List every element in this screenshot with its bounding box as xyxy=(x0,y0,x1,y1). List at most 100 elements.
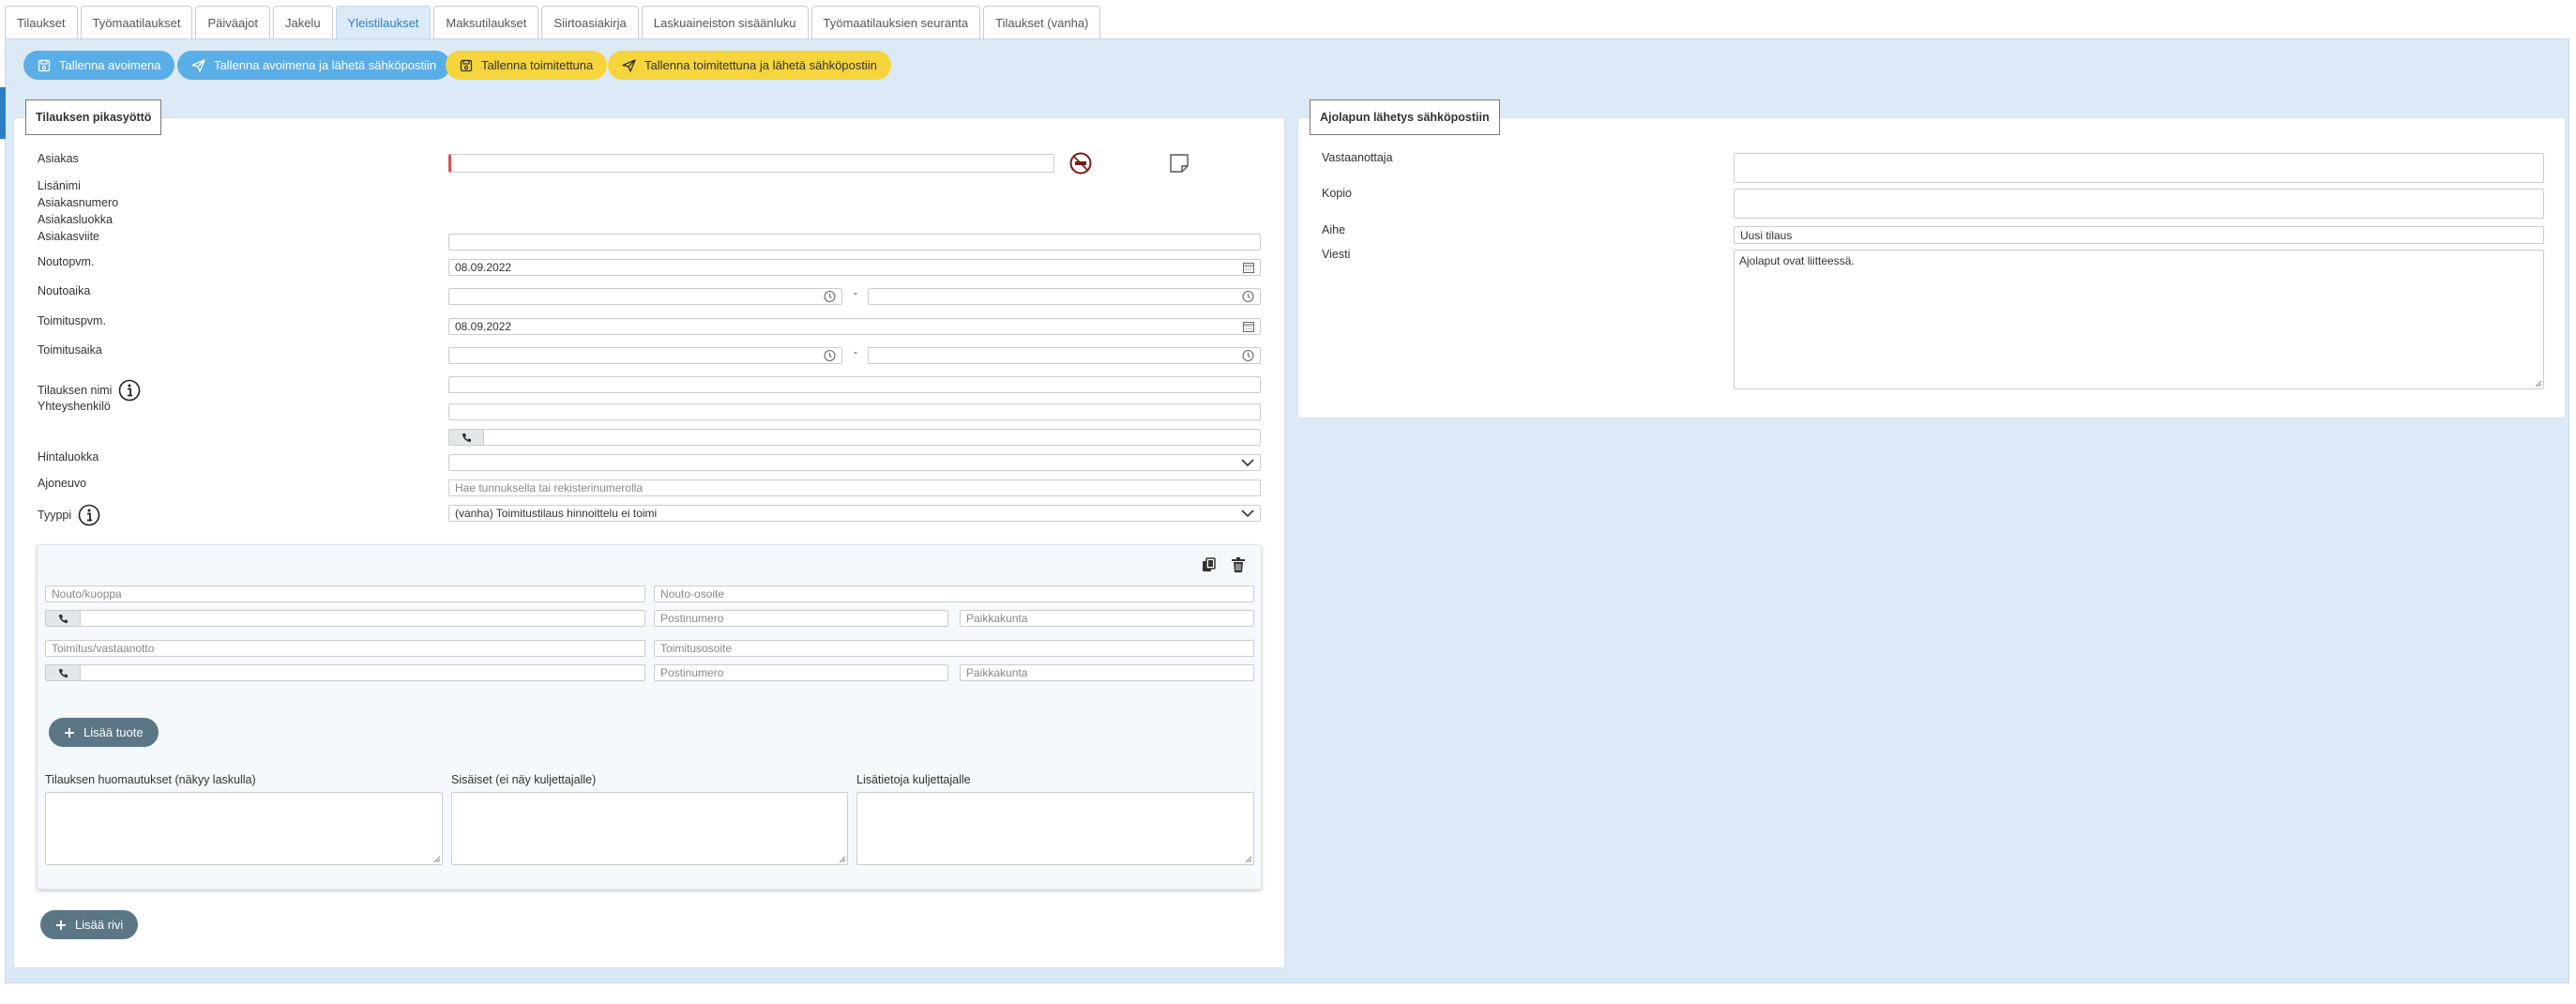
type-label-text: Tyyppi xyxy=(38,509,72,522)
calendar-icon[interactable] xyxy=(1243,262,1254,273)
add-product-label: Lisää tuote xyxy=(83,725,144,739)
quick-entry-legend: Tilauksen pikasyöttö xyxy=(25,99,162,135)
vehicle-label: Ajoneuvo xyxy=(38,477,87,490)
contact-person-input[interactable] xyxy=(448,403,1261,420)
pickup-time-label: Noutoaika xyxy=(38,284,91,297)
pickup-date-label: Noutopvm. xyxy=(38,255,95,268)
order-name-input[interactable] xyxy=(448,376,1261,393)
delivery-city-input[interactable]: Paikkakunta xyxy=(960,664,1254,681)
customer-input[interactable] xyxy=(448,154,1054,173)
send-icon xyxy=(191,58,205,72)
info-icon[interactable] xyxy=(118,379,141,402)
tab-maksutilaukset[interactable]: Maksutilaukset xyxy=(433,6,539,38)
message-label: Viesti xyxy=(1322,248,1351,261)
save-delivered-email-button[interactable]: Tallenna toimitettuna ja lähetä sähköpos… xyxy=(608,51,891,80)
delivery-time-end-input[interactable] xyxy=(868,347,1261,364)
vehicle-search-input[interactable]: Hae tunnuksella tai rekisterinumerolla xyxy=(448,479,1261,496)
pickup-date-input[interactable]: 08.09.2022 xyxy=(448,259,1261,276)
add-row-button[interactable]: Lisää rivi xyxy=(40,910,139,939)
delivery-phone-input[interactable] xyxy=(45,664,645,681)
delivery-address-input[interactable]: Toimitusosoite xyxy=(654,640,1254,657)
time-separator: - xyxy=(854,286,857,299)
clock-icon[interactable] xyxy=(1242,349,1254,362)
tab-tilaukset-vanha[interactable]: Tilaukset (vanha) xyxy=(983,6,1101,38)
delivery-receiver-input[interactable]: Toimitus/vastaanotto xyxy=(45,640,645,657)
pickup-place-input[interactable]: Nouto/kuoppa xyxy=(45,586,645,602)
invoice-notes-textarea[interactable] xyxy=(45,792,443,865)
save-open-label: Tallenna avoimena xyxy=(59,58,161,72)
pickup-time-start-input[interactable] xyxy=(448,288,842,305)
type-label: Tyyppi xyxy=(38,504,100,526)
internal-notes-textarea[interactable] xyxy=(451,792,848,865)
contact-phone-input[interactable] xyxy=(448,429,1261,446)
calendar-icon[interactable] xyxy=(1243,321,1254,332)
pickup-postcode-input[interactable]: Postinumero xyxy=(654,610,948,627)
delivery-postcode-input[interactable]: Postinumero xyxy=(654,664,948,681)
resize-grip-icon[interactable] xyxy=(2535,380,2542,388)
recipient-label: Vastaanottaja xyxy=(1322,151,1393,164)
type-select[interactable]: (vanha) Toimitustilaus hinnoittelu ei to… xyxy=(448,505,1261,522)
clock-icon[interactable] xyxy=(824,349,836,362)
info-icon[interactable] xyxy=(78,504,100,526)
tab-tilaukset[interactable]: Tilaukset xyxy=(5,6,78,38)
copy-label: Kopio xyxy=(1322,187,1352,200)
save-delivered-button[interactable]: Tallenna toimitettuna xyxy=(446,51,608,80)
no-entry-icon[interactable] xyxy=(1069,152,1092,175)
save-open-email-button[interactable]: Tallenna avoimena ja lähetä sähköpostiin xyxy=(177,51,451,80)
internal-notes-label: Sisäiset (ei näy kuljettajalle) xyxy=(451,773,597,786)
clock-icon[interactable] xyxy=(1242,290,1254,303)
message-text: Ajolaput ovat liitteessä. xyxy=(1739,254,1855,267)
pickup-date-value: 08.09.2022 xyxy=(455,261,512,274)
tab-jakelu[interactable]: Jakelu xyxy=(272,6,333,38)
extra-name-label: Lisänimi xyxy=(38,179,81,192)
plus-icon xyxy=(55,920,67,931)
pickup-time-end-input[interactable] xyxy=(868,288,1261,305)
resize-grip-icon[interactable] xyxy=(839,856,846,863)
tab-tyomaatilaukset[interactable]: Työmaatilaukset xyxy=(80,6,193,38)
pickup-city-input[interactable]: Paikkakunta xyxy=(960,610,1254,627)
customer-reference-input[interactable] xyxy=(448,234,1261,251)
save-icon xyxy=(460,59,473,72)
note-icon[interactable] xyxy=(1169,153,1190,174)
send-icon xyxy=(622,58,636,72)
delivery-date-input[interactable]: 08.09.2022 xyxy=(448,318,1261,335)
price-class-select[interactable] xyxy=(448,454,1261,471)
phone-icon xyxy=(46,665,81,680)
add-row-label: Lisää rivi xyxy=(75,918,124,932)
tab-yleistilaukset[interactable]: Yleistilaukset xyxy=(335,6,432,38)
subject-label: Aihe xyxy=(1322,223,1346,236)
contact-person-label: Yhteyshenkilö xyxy=(38,400,111,413)
order-name-label: Tilauksen nimi xyxy=(38,379,141,402)
phone-icon xyxy=(449,430,484,445)
copy-icon[interactable] xyxy=(1202,557,1217,572)
order-name-label-text: Tilauksen nimi xyxy=(38,384,113,397)
driver-notes-label: Lisätietoja kuljettajalle xyxy=(856,773,971,786)
tab-tyomaatilauksien-seuranta[interactable]: Työmaatilauksien seuranta xyxy=(811,6,981,38)
pickup-phone-input[interactable] xyxy=(45,610,645,627)
add-product-button[interactable]: Lisää tuote xyxy=(49,718,159,747)
pickup-address-input[interactable]: Nouto-osoite xyxy=(654,586,1254,602)
email-legend: Ajolapun lähetys sähköpostiin xyxy=(1310,99,1500,135)
save-delivered-email-label: Tallenna toimitettuna ja lähetä sähköpos… xyxy=(644,58,877,72)
save-delivered-label: Tallenna toimitettuna xyxy=(481,58,594,72)
delivery-time-label: Toimitusaika xyxy=(38,343,102,357)
save-open-button[interactable]: Tallenna avoimena xyxy=(23,51,175,80)
customer-class-label: Asiakasluokka xyxy=(38,213,113,226)
message-textarea[interactable]: Ajolaput ovat liitteessä. xyxy=(1734,250,2544,389)
tab-laskuaineiston-sisaanluku[interactable]: Laskuaineiston sisäänluku xyxy=(641,6,809,38)
type-value: (vanha) Toimitustilaus hinnoittelu ei to… xyxy=(455,507,658,520)
subject-input[interactable]: Uusi tilaus xyxy=(1734,226,2544,244)
clock-icon[interactable] xyxy=(824,290,836,303)
resize-grip-icon[interactable] xyxy=(1245,856,1252,863)
customer-number-label: Asiakasnumero xyxy=(38,196,119,209)
driver-notes-textarea[interactable] xyxy=(856,792,1254,865)
tab-siirtoasiakirja[interactable]: Siirtoasiakirja xyxy=(541,6,639,38)
delivery-time-start-input[interactable] xyxy=(448,347,842,364)
resize-grip-icon[interactable] xyxy=(433,856,441,863)
tab-paivaajot[interactable]: Päiväajot xyxy=(195,6,270,38)
recipient-input[interactable] xyxy=(1734,153,2544,183)
chevron-down-icon xyxy=(1241,459,1254,467)
customer-label: Asiakas xyxy=(38,152,79,165)
trash-icon[interactable] xyxy=(1232,557,1245,572)
copy-input[interactable] xyxy=(1734,189,2544,219)
